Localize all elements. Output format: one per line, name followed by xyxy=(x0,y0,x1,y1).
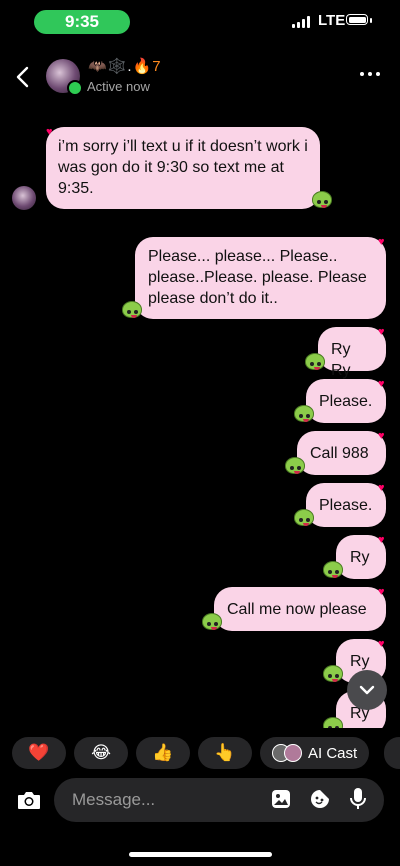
quick-reaction-heart[interactable]: ❤️ xyxy=(12,737,66,769)
message-bubble-outgoing[interactable]: Please. xyxy=(306,483,386,527)
heart-icon: ♥ xyxy=(378,534,385,546)
streak-emoji: 🔥 xyxy=(132,58,153,75)
more-options-icon[interactable] xyxy=(360,72,380,76)
scroll-to-bottom-button[interactable] xyxy=(347,670,387,710)
message-input-placeholder: Message... xyxy=(72,790,156,809)
online-indicator xyxy=(67,80,83,96)
signal-icon xyxy=(292,16,310,28)
quick-reaction-point-up[interactable]: 👆 xyxy=(198,737,252,769)
camera-icon[interactable] xyxy=(16,788,42,812)
sticker-icon[interactable] xyxy=(309,788,331,810)
message-bubble-outgoing[interactable]: Call me now please xyxy=(214,587,386,631)
active-status: Active now xyxy=(87,79,150,94)
battery-icon xyxy=(346,14,368,25)
ai-cast-avatars xyxy=(272,744,302,762)
quick-reaction-thumbs-up[interactable]: 👍 xyxy=(136,737,190,769)
streak-count: 7 xyxy=(152,58,162,75)
frog-sticker-icon xyxy=(293,506,315,528)
status-time: 9:35 xyxy=(34,10,130,34)
message-bubble-outgoing[interactable]: Please... please... Please.. please..Ple… xyxy=(135,237,386,319)
heart-icon: ♥ xyxy=(378,236,385,248)
message-bubble-outgoing[interactable]: Ry Ry xyxy=(318,327,386,379)
quick-reaction-laugh[interactable]: 😂 xyxy=(74,737,128,769)
frog-sticker-icon xyxy=(311,188,333,210)
heart-icon: ♥ xyxy=(46,126,53,138)
contact-avatar[interactable] xyxy=(46,59,83,96)
frog-sticker-icon xyxy=(293,402,315,424)
heart-icon: ♥ xyxy=(378,430,385,442)
ai-cast-button[interactable]: AI Cast xyxy=(260,737,370,769)
gallery-icon[interactable] xyxy=(270,788,292,810)
heart-icon: ♥ xyxy=(378,586,385,598)
frog-sticker-icon xyxy=(322,662,344,684)
contact-name-text: 🦇🕸️. xyxy=(88,58,133,75)
frog-sticker-icon xyxy=(121,298,143,320)
frog-sticker-icon xyxy=(284,454,306,476)
contact-name[interactable]: 🦇🕸️.🔥7 xyxy=(88,57,162,75)
home-indicator xyxy=(129,852,272,857)
frog-sticker-icon xyxy=(201,610,223,632)
microphone-icon[interactable] xyxy=(348,787,368,811)
heart-icon: ♥ xyxy=(378,482,385,494)
chevron-down-icon xyxy=(359,685,375,695)
ai-cast-label: AI Cast xyxy=(308,744,358,762)
frog-sticker-icon xyxy=(322,558,344,580)
battery-cap xyxy=(370,18,372,23)
message-bubble-outgoing[interactable]: Please. xyxy=(306,379,386,423)
frog-sticker-icon xyxy=(304,350,326,372)
back-icon[interactable] xyxy=(12,64,34,90)
sender-avatar xyxy=(12,186,36,210)
heart-icon: ♥ xyxy=(378,326,385,338)
heart-icon: ♥ xyxy=(378,638,385,650)
message-bubble-outgoing[interactable]: Call 988 xyxy=(297,431,386,475)
heart-icon: ♥ xyxy=(378,378,385,390)
network-type: LTE xyxy=(318,12,346,29)
message-bubble-incoming[interactable]: i’m sorry i’ll text u if it doesn’t work… xyxy=(46,127,320,209)
